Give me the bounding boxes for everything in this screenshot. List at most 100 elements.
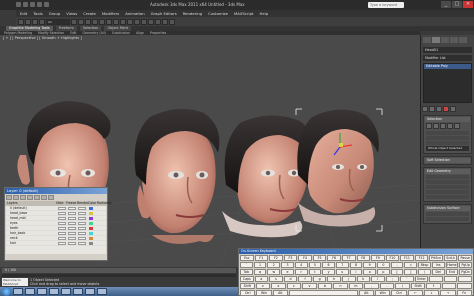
close-button[interactable]: ×	[463, 1, 473, 8]
key[interactable]: Shift	[410, 283, 426, 289]
layer-hide-toggle[interactable]	[58, 211, 66, 215]
layer-name[interactable]: neck	[6, 236, 56, 240]
key[interactable]: .	[379, 283, 395, 289]
key[interactable]: Bksp	[418, 262, 431, 268]
delete-layer-icon[interactable]	[13, 195, 19, 200]
rollout-soft-selection-title[interactable]: Soft Selection	[425, 158, 470, 163]
layer-manager-button[interactable]	[148, 18, 154, 25]
key[interactable]: 7	[335, 262, 349, 268]
taskbar-app-icon[interactable]	[97, 288, 107, 295]
link-button[interactable]	[32, 18, 38, 25]
key[interactable]: d	[283, 276, 298, 282]
layer-freeze-toggle[interactable]	[68, 221, 76, 225]
menu-rendering[interactable]: Rendering	[183, 11, 202, 16]
taskbar-3dsmax-icon[interactable]	[49, 288, 59, 295]
help-search-input[interactable]: Type a keyword	[368, 2, 404, 8]
key[interactable]: y	[322, 269, 335, 275]
key[interactable]: F2	[269, 255, 283, 261]
pin-stack-icon[interactable]	[422, 106, 428, 112]
key[interactable]: 5	[308, 262, 322, 268]
select-rotate-button[interactable]	[99, 18, 105, 25]
align-button[interactable]	[141, 18, 147, 25]
key[interactable]: v	[302, 283, 317, 289]
layer-render-toggle[interactable]	[78, 206, 86, 210]
col-render[interactable]: Render	[75, 201, 88, 206]
layer-color-swatch[interactable]	[89, 236, 93, 240]
key[interactable]: Alt	[272, 290, 288, 296]
edge-mode-icon[interactable]	[433, 123, 439, 129]
key[interactable]	[443, 276, 458, 282]
configure-sets-icon[interactable]	[450, 106, 456, 112]
menu-edit[interactable]: Edit	[20, 11, 27, 16]
layer-name[interactable]: eyes	[6, 221, 56, 225]
key[interactable]: Pause	[458, 255, 472, 261]
layer-freeze-toggle[interactable]	[68, 236, 76, 240]
key[interactable]: p	[377, 269, 390, 275]
key[interactable]: PgDn	[459, 269, 472, 275]
select-object-button[interactable]	[71, 18, 77, 25]
taskbar-folder-icon[interactable]	[37, 288, 47, 295]
snap-button[interactable]	[120, 18, 126, 25]
key[interactable]: Alt	[358, 290, 374, 296]
object-name-field[interactable]: Head01	[423, 47, 472, 53]
key[interactable]: F7	[341, 255, 356, 261]
key[interactable]: Home	[445, 262, 459, 268]
modifier-stack[interactable]: Editable Poly	[423, 63, 472, 103]
key[interactable]	[441, 283, 457, 289]
menu-group[interactable]: Group	[49, 11, 61, 16]
key[interactable]: ]	[404, 269, 418, 275]
selection-filter-dropdown[interactable]: All	[46, 18, 70, 25]
make-unique-icon[interactable]	[436, 106, 442, 112]
key[interactable]	[429, 276, 443, 282]
layer-render-toggle[interactable]	[78, 241, 86, 245]
key[interactable]: n	[333, 283, 348, 289]
layer-name[interactable]: head_mid	[6, 216, 56, 220]
key[interactable]: End	[445, 269, 459, 275]
key[interactable]: i	[349, 269, 363, 275]
key[interactable]: Ins	[431, 262, 445, 268]
layer-freeze-toggle[interactable]	[68, 226, 76, 230]
key[interactable]: PgUp	[459, 262, 472, 268]
layer-render-toggle[interactable]	[78, 221, 86, 225]
key[interactable]: \	[418, 269, 431, 275]
layer-name[interactable]: teeth	[6, 226, 56, 230]
key[interactable]: F4	[298, 255, 312, 261]
col-freeze[interactable]: Freeze	[64, 201, 76, 206]
key[interactable]: F10	[385, 255, 400, 261]
layer-name[interactable]: hair	[6, 241, 56, 245]
key[interactable]: b	[317, 283, 333, 289]
key[interactable]: 1	[253, 262, 267, 268]
key[interactable]: ScrLk	[443, 255, 458, 261]
layer-color-swatch[interactable]	[89, 226, 93, 230]
key[interactable]: ;	[385, 276, 400, 282]
select-move-button[interactable]	[92, 18, 98, 25]
border-mode-icon[interactable]	[440, 123, 446, 129]
keyboard-title[interactable]: On-Screen Keyboard	[239, 249, 473, 254]
layer-render-toggle[interactable]	[78, 211, 86, 215]
select-scale-button[interactable]	[106, 18, 112, 25]
open-file-icon[interactable]	[23, 2, 28, 7]
key[interactable]: Ctrl	[391, 290, 407, 296]
layer-hide-toggle[interactable]	[58, 236, 66, 240]
key[interactable]: s	[269, 276, 283, 282]
layer-color-swatch[interactable]	[89, 211, 93, 215]
remove-modifier-icon[interactable]	[443, 106, 449, 112]
key[interactable]: w	[267, 269, 281, 275]
key[interactable]: F3	[283, 255, 298, 261]
layer-name[interactable]: 0 (default)	[6, 206, 56, 210]
key[interactable]: -	[390, 262, 404, 268]
hide-all-icon[interactable]	[41, 195, 47, 200]
key[interactable]: '	[400, 276, 414, 282]
key[interactable]: Ctrl	[240, 290, 256, 296]
layer-color-swatch[interactable]	[89, 221, 93, 225]
key[interactable]: Caps	[240, 276, 254, 282]
menu-tools[interactable]: Tools	[33, 11, 42, 16]
motion-tab-icon[interactable]	[450, 37, 458, 43]
menu-help[interactable]: Help	[260, 11, 269, 16]
add-to-layer-icon[interactable]	[20, 195, 26, 200]
key[interactable]: ←	[407, 290, 423, 296]
freeze-all-icon[interactable]	[48, 195, 54, 200]
key[interactable]: =	[404, 262, 418, 268]
menu-maxscript[interactable]: MAXScript	[234, 11, 254, 16]
layer-render-toggle[interactable]	[78, 236, 86, 240]
